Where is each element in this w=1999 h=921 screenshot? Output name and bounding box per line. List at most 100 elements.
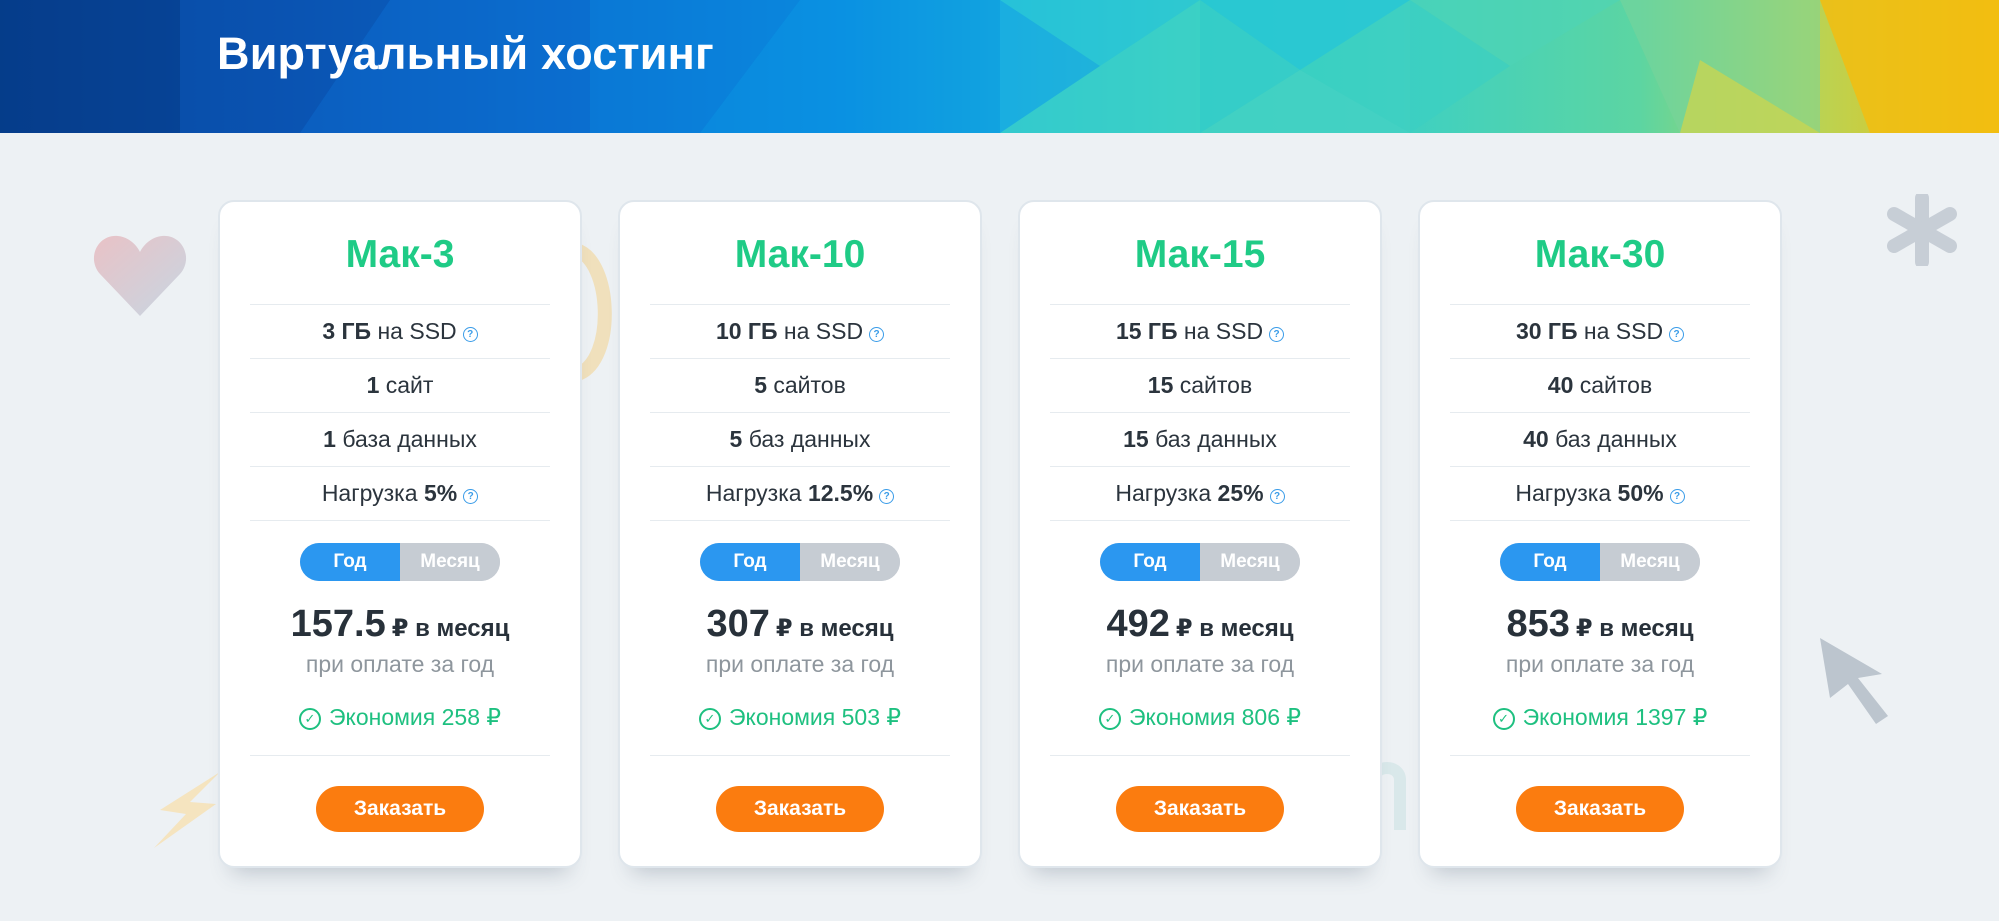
price-row: 853 ₽ в месяц — [1420, 601, 1780, 647]
plan-name: Мак-3 — [345, 233, 455, 276]
order-button[interactable]: Заказать — [1516, 786, 1684, 832]
header-banner: Виртуальный хостинг — [0, 0, 1999, 133]
sites-value: 40 — [1547, 372, 1574, 398]
help-icon[interactable]: ? — [1669, 327, 1685, 342]
feature-disk: 10 ГБ на SSD? — [650, 305, 950, 359]
feature-sites: 15 сайтов — [1050, 359, 1350, 413]
disk-value: 10 ГБ — [715, 318, 778, 344]
check-circle-icon: ✓ — [298, 708, 321, 730]
saving-text: Экономия 1397 ₽ — [1522, 704, 1708, 730]
sites-value: 5 — [754, 372, 767, 398]
toggle-month[interactable]: Месяц — [1200, 543, 1300, 581]
disk-suffix: на SSD — [1183, 318, 1264, 344]
price-amount: 307 — [706, 603, 770, 645]
divider — [1450, 755, 1750, 756]
saving-row: ✓ Экономия 1397 ₽ — [1420, 701, 1780, 733]
db-value: 40 — [1523, 426, 1549, 452]
price-row: 492 ₽ в месяц — [1020, 601, 1380, 647]
help-icon[interactable]: ? — [463, 489, 479, 504]
plans-list: Мак-3 3 ГБ на SSD? 1 сайт 1 база данных … — [218, 200, 1782, 868]
plan-name: Мак-30 — [1534, 233, 1666, 276]
divider — [650, 755, 950, 756]
disk-suffix: на SSD — [377, 318, 457, 344]
saving-row: ✓ Экономия 258 ₽ — [220, 701, 580, 733]
toggle-year[interactable]: Год — [1500, 543, 1600, 581]
price-amount: 853 — [1506, 603, 1570, 645]
load-value: 5% — [423, 480, 458, 506]
sites-suffix: сайтов — [1579, 372, 1653, 398]
sites-value: 15 — [1147, 372, 1174, 398]
db-value: 1 — [323, 426, 336, 452]
price-unit: ₽ в месяц — [391, 615, 510, 642]
disk-value: 30 ГБ — [1515, 318, 1578, 344]
db-suffix: баз данных — [748, 426, 871, 452]
cursor-arrow-icon — [1820, 638, 1888, 724]
disk-value: 3 ГБ — [322, 318, 372, 344]
help-icon[interactable]: ? — [1669, 489, 1685, 504]
page-title: Виртуальный хостинг — [217, 28, 714, 79]
divider — [1050, 755, 1350, 756]
help-icon[interactable]: ? — [879, 489, 895, 504]
toggle-year[interactable]: Год — [700, 543, 800, 581]
saving-row: ✓ Экономия 503 ₽ — [620, 701, 980, 733]
plan-card: Мак-10 10 ГБ на SSD? 5 сайтов 5 баз данн… — [618, 200, 982, 868]
db-suffix: баз данных — [1555, 426, 1677, 452]
check-circle-icon: ✓ — [1492, 708, 1515, 730]
saving-text: Экономия 503 ₽ — [728, 704, 902, 730]
plan-card: Мак-30 30 ГБ на SSD? 40 сайтов 40 баз да… — [1418, 200, 1782, 868]
heart-icon — [93, 235, 187, 316]
toggle-month[interactable]: Месяц — [400, 543, 500, 581]
order-button[interactable]: Заказать — [716, 786, 884, 832]
plan-name: Мак-15 — [1134, 233, 1266, 276]
disk-suffix: на SSD — [783, 318, 864, 344]
load-prefix: Нагрузка — [705, 480, 802, 506]
toggle-year[interactable]: Год — [300, 543, 400, 581]
feature-databases: 15 баз данных — [1050, 413, 1350, 467]
feature-disk: 30 ГБ на SSD? — [1450, 305, 1750, 359]
check-circle-icon: ✓ — [698, 708, 721, 730]
price-row: 307 ₽ в месяц — [620, 601, 980, 647]
divider — [250, 755, 550, 756]
plan-name: Мак-10 — [734, 233, 866, 276]
load-prefix: Нагрузка — [321, 480, 418, 506]
order-button[interactable]: Заказать — [316, 786, 484, 832]
plan-card: Мак-3 3 ГБ на SSD? 1 сайт 1 база данных … — [218, 200, 582, 868]
db-value: 15 — [1123, 426, 1149, 452]
toggle-month[interactable]: Месяц — [800, 543, 900, 581]
price-note: при оплате за год — [1505, 651, 1695, 677]
check-circle-icon: ✓ — [1098, 708, 1121, 730]
plan-card: Мак-15 15 ГБ на SSD? 15 сайтов 15 баз да… — [1018, 200, 1382, 868]
price-unit: ₽ в месяц — [1175, 615, 1294, 642]
help-icon[interactable]: ? — [462, 327, 478, 342]
price-row: 157.5 ₽ в месяц — [220, 601, 580, 647]
billing-period-toggle: Год Месяц — [300, 543, 500, 581]
billing-period-toggle: Год Месяц — [1500, 543, 1700, 581]
db-value: 5 — [729, 426, 743, 452]
help-icon[interactable]: ? — [1269, 489, 1285, 504]
saving-text: Экономия 806 ₽ — [1128, 704, 1302, 730]
saving-text: Экономия 258 ₽ — [328, 704, 502, 730]
feature-load: Нагрузка 25%? — [1050, 467, 1350, 521]
order-button[interactable]: Заказать — [1116, 786, 1284, 832]
help-icon[interactable]: ? — [1269, 327, 1285, 342]
help-icon[interactable]: ? — [869, 327, 885, 342]
price-note: при оплате за год — [305, 651, 495, 677]
feature-databases: 1 база данных — [250, 413, 550, 467]
disk-suffix: на SSD — [1583, 318, 1664, 344]
plan-features: 3 ГБ на SSD? 1 сайт 1 база данных Нагруз… — [250, 304, 550, 521]
feature-disk: 3 ГБ на SSD? — [250, 305, 550, 359]
toggle-year[interactable]: Год — [1100, 543, 1200, 581]
asterisk-icon — [1887, 194, 1957, 266]
price-note: при оплате за год — [1105, 651, 1295, 677]
feature-sites: 1 сайт — [250, 359, 550, 413]
feature-sites: 40 сайтов — [1450, 359, 1750, 413]
price-amount: 157.5 — [290, 603, 386, 645]
load-prefix: Нагрузка — [1515, 480, 1612, 506]
feature-disk: 15 ГБ на SSD? — [1050, 305, 1350, 359]
sites-value: 1 — [366, 372, 380, 398]
db-suffix: баз данных — [1155, 426, 1277, 452]
price-unit: ₽ в месяц — [775, 615, 894, 642]
toggle-month[interactable]: Месяц — [1600, 543, 1700, 581]
feature-sites: 5 сайтов — [650, 359, 950, 413]
plan-features: 10 ГБ на SSD? 5 сайтов 5 баз данных Нагр… — [650, 304, 950, 521]
